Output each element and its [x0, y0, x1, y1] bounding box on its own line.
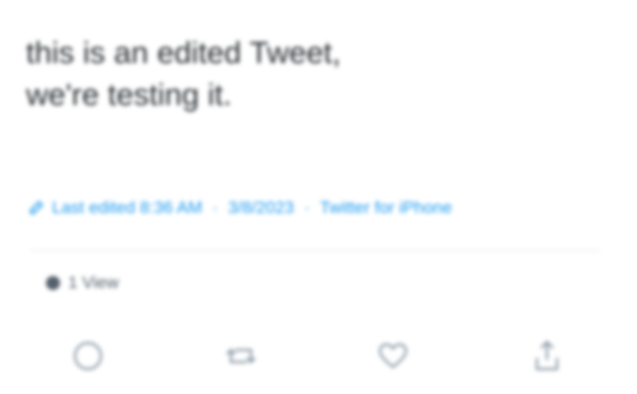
views-label: 1 View	[68, 273, 119, 292]
tweet-body: this is an edited Tweet, we're testing i…	[26, 32, 586, 116]
edit-pencil-icon[interactable]	[28, 199, 46, 217]
last-edited-link[interactable]: Last edited 8:36 AM	[52, 198, 202, 218]
meta-separator: ·	[212, 198, 218, 217]
share-icon	[535, 340, 559, 371]
heart-icon	[378, 343, 408, 369]
share-button[interactable]	[525, 334, 569, 378]
views-count[interactable]: 1 View	[44, 273, 119, 293]
divider	[30, 250, 600, 251]
action-bar	[0, 334, 637, 378]
retweet-icon	[226, 348, 256, 364]
tweet-detail: this is an edited Tweet, we're testing i…	[0, 0, 637, 394]
reply-icon	[73, 341, 103, 371]
views-chart-icon	[44, 274, 62, 292]
tweet-text-line-2: we're testing it.	[26, 77, 232, 112]
tweet-text-line-1: this is an edited Tweet,	[26, 35, 341, 70]
tweet-date-link[interactable]: 3/8/2023	[228, 198, 294, 218]
reply-button[interactable]	[66, 334, 110, 378]
like-button[interactable]	[371, 334, 415, 378]
retweet-button[interactable]	[219, 334, 263, 378]
tweet-metadata: Last edited 8:36 AM · 3/8/2023 · Twitter…	[28, 196, 452, 220]
tweet-source-link[interactable]: Twitter for iPhone	[320, 198, 452, 218]
meta-separator: ·	[304, 198, 310, 217]
